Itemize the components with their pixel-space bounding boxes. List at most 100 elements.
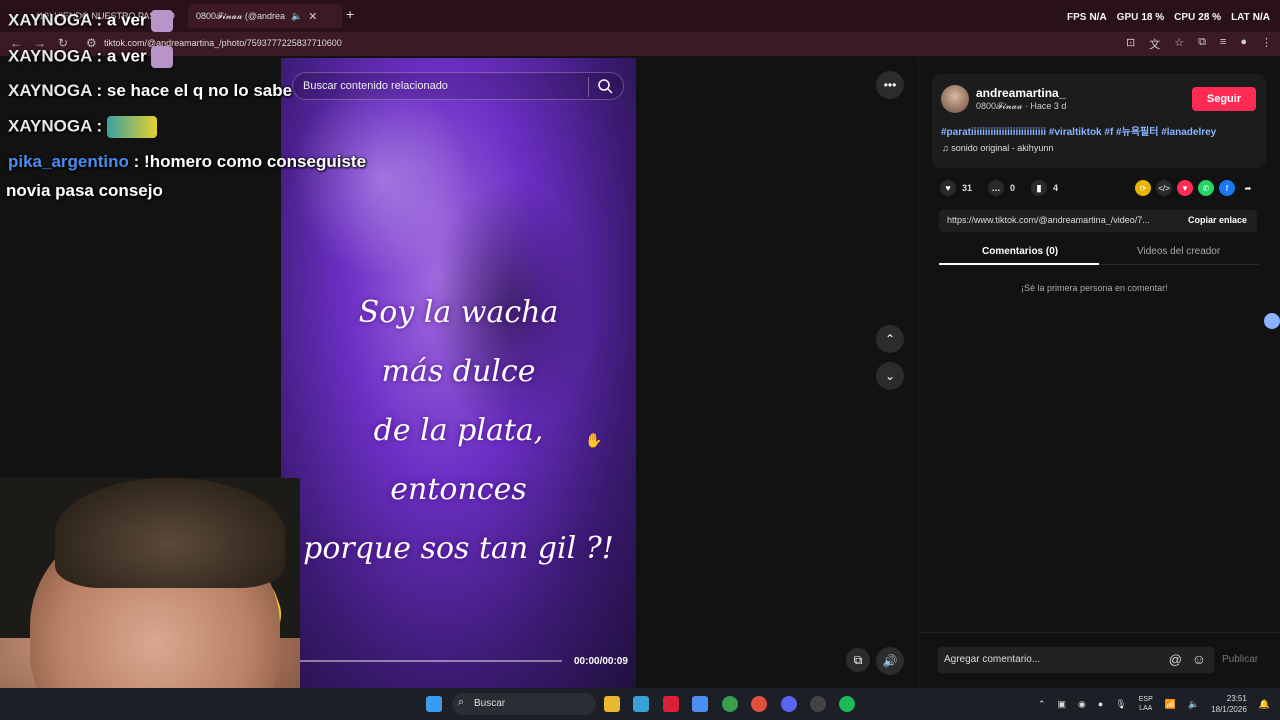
chevron-up-icon[interactable]: ⌃ <box>1038 699 1046 710</box>
volume-button[interactable]: 🔊 <box>876 647 904 675</box>
whatsapp-icon[interactable]: ✆ <box>1198 180 1214 196</box>
voice-icon[interactable] <box>1264 313 1280 329</box>
facebook-icon[interactable]: f <box>1219 180 1235 196</box>
comments-tabs: Comentarios (0) Videos del creador <box>939 240 1259 265</box>
chat-message: novia pasa consejo <box>6 181 163 201</box>
comment-input[interactable]: Agregar comentario... @ ☺ <box>938 647 1214 673</box>
music-note-icon: ♫ <box>942 143 952 153</box>
send-icon[interactable]: ▼ <box>1177 180 1193 196</box>
emote-icon <box>106 116 157 138</box>
previous-video-button[interactable]: ⌃ <box>876 325 904 353</box>
sound-link[interactable]: ♫ sonido original - akihyunn <box>942 143 1053 153</box>
taskbar-search[interactable]: ⌕ Buscar <box>452 693 596 715</box>
embed-icon[interactable]: </> <box>1156 180 1172 196</box>
caption-line: de la plata, <box>373 413 544 448</box>
chat-message: XAYNOGA : a ver <box>8 46 174 68</box>
chat-text: : !homero como conseguiste <box>133 152 367 171</box>
tab-comments[interactable]: Comentarios (0) <box>982 246 1058 257</box>
chat-username: pika_argentino <box>8 152 129 171</box>
tray-icon[interactable]: ● <box>1098 699 1103 709</box>
chrome-icon[interactable] <box>722 696 738 712</box>
comment-stat[interactable]: … 0 <box>988 180 1015 196</box>
like-stat[interactable]: ♥ 31 <box>940 180 972 196</box>
stat-cpu: CPU 28 % <box>1174 12 1222 23</box>
emote-icon <box>151 46 174 68</box>
more-options-button[interactable]: ••• <box>876 71 904 99</box>
chat-text: novia pasa consejo <box>6 181 163 200</box>
chat-username: XAYNOGA <box>8 116 92 136</box>
speaker-icon: 🔈 <box>291 10 303 21</box>
hashtags[interactable]: #paratiiiiiiiiiiiiiiiiiiiiiiiiiii #viral… <box>941 123 1216 138</box>
store-icon[interactable] <box>692 696 708 712</box>
chat-message: XAYNOGA : a ver <box>8 10 174 32</box>
search-icon: ⌕ <box>458 696 465 708</box>
comment-count: 0 <box>1010 183 1016 193</box>
video-progress-bar[interactable] <box>289 657 562 665</box>
chat-text: : a ver <box>96 46 147 66</box>
notification-icon[interactable]: 🔔 <box>1259 699 1270 710</box>
related-search-input[interactable]: Buscar contenido relacionado <box>292 72 624 100</box>
tray-icon[interactable]: ▣ <box>1057 699 1066 710</box>
publish-button[interactable]: Publicar <box>1222 654 1258 665</box>
save-stat[interactable]: ▮ 4 <box>1031 180 1058 196</box>
profile-avatar[interactable]: ● <box>1240 36 1247 52</box>
webcam-feed <box>0 478 300 720</box>
save-count: 4 <box>1053 183 1059 193</box>
author-username[interactable]: andreamartina_ <box>976 86 1065 100</box>
tab-creator-videos[interactable]: Videos del creador <box>1137 246 1220 257</box>
translate-icon[interactable]: 文 <box>1149 36 1160 52</box>
chrome-icon[interactable] <box>751 696 767 712</box>
next-video-button[interactable]: ⌄ <box>876 362 904 390</box>
comment-placeholder: Agregar comentario... <box>944 654 1041 665</box>
chat-message: pika_argentino : !homero como conseguist… <box>8 152 366 172</box>
stat-gpu: GPU 18 % <box>1116 12 1165 23</box>
divider <box>588 77 589 97</box>
share-icon[interactable]: ➦ <box>1240 180 1256 196</box>
copy-link-button[interactable]: Copiar enlace <box>1188 215 1247 225</box>
install-app-icon[interactable]: ⊡ <box>1126 36 1135 52</box>
comment-icon: … <box>988 180 1005 196</box>
microphone-icon[interactable]: 🎙 <box>1115 699 1126 710</box>
spotify-icon[interactable] <box>839 696 855 712</box>
link-box: https://www.tiktok.com/@andreamartina_/v… <box>939 210 1257 232</box>
engagement-stats: ♥ 31 … 0 ▮ 4 <box>940 180 1074 196</box>
app-icon[interactable] <box>663 696 679 712</box>
new-tab-button[interactable]: + <box>346 6 354 22</box>
start-icon[interactable] <box>426 696 442 712</box>
star-icon[interactable]: ☆ <box>1174 36 1184 52</box>
repost-icon[interactable]: ⟳ <box>1135 180 1151 196</box>
obs-icon[interactable] <box>810 696 826 712</box>
heart-icon: ♥ <box>940 180 956 196</box>
browser-tabbar: (19) VIENDO NUESTRO PASADO 0800𝓕𝓲𝓷𝓪𝓪 (@a… <box>0 0 1280 32</box>
pip-button[interactable]: ⧉ <box>846 648 870 672</box>
lang-indicator[interactable]: ESP LAA <box>1139 695 1153 713</box>
menu-icon[interactable]: ⋮ <box>1261 36 1272 52</box>
like-count: 31 <box>962 183 973 193</box>
wifi-icon[interactable]: 📶 <box>1165 699 1176 710</box>
search-icon[interactable] <box>597 78 613 94</box>
tray-icon[interactable]: ◉ <box>1078 699 1086 710</box>
file-explorer-icon[interactable] <box>604 696 620 712</box>
app-icon[interactable] <box>633 696 649 712</box>
reading-list-icon[interactable]: ≡ <box>1220 36 1226 52</box>
emoji-icon[interactable]: ☺ <box>1192 651 1206 667</box>
follow-button[interactable]: Seguir <box>1192 87 1256 111</box>
close-tab-icon[interactable]: ✕ <box>308 10 317 23</box>
avatar[interactable] <box>941 85 969 113</box>
chat-username: XAYNOGA <box>8 10 92 30</box>
video-caption-overlay: Soy la wacha más dulce de la plata, ento… <box>281 283 636 578</box>
chat-text: : <box>96 116 103 136</box>
discord-icon[interactable] <box>781 696 797 712</box>
screen: (19) VIENDO NUESTRO PASADO 0800𝓕𝓲𝓷𝓪𝓪 (@a… <box>0 0 1280 720</box>
video-link[interactable]: https://www.tiktok.com/@andreamartina_/v… <box>947 215 1179 225</box>
active-tab-underline <box>939 263 1099 265</box>
stat-fps: FPS N/A <box>1066 12 1107 23</box>
extensions-icon[interactable]: ⧉ <box>1198 36 1206 52</box>
tab-tiktok[interactable]: 0800𝓕𝓲𝓷𝓪𝓪 (@andrea 🔈 ✕ <box>188 4 342 28</box>
clock[interactable]: 23:51 18/1/2026 <box>1211 693 1247 715</box>
author-subtitle: 0800𝓕𝓲𝓷𝓪𝓪 · Hace 3 d <box>976 101 1067 111</box>
mention-icon[interactable]: @ <box>1169 652 1182 667</box>
clock-time: 23:51 <box>1226 694 1247 703</box>
sound-label: sonido original - akihyunn <box>951 143 1054 153</box>
speaker-icon[interactable]: 🔈 <box>1188 699 1199 710</box>
